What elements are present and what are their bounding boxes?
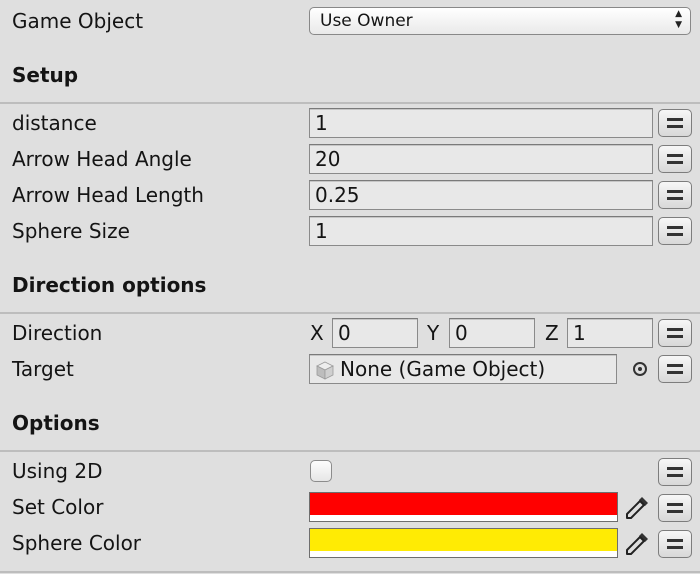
sphere-color-swatch[interactable]: [309, 528, 618, 558]
sphere-color-fill: [310, 529, 617, 551]
direction-label: Direction: [12, 321, 103, 345]
target-object-value: None (Game Object): [340, 357, 546, 381]
game-object-label: Game Object: [12, 9, 144, 33]
options-section-title: Options: [12, 411, 100, 435]
eyedropper-icon[interactable]: [622, 493, 652, 523]
setup-divider: [0, 102, 700, 104]
arrow-head-length-menu-button[interactable]: [658, 181, 692, 209]
setup-section-title: Setup: [12, 63, 79, 87]
distance-menu-button[interactable]: [658, 109, 692, 137]
arrow-head-length-field[interactable]: 0.25: [309, 180, 653, 210]
direction-x-field[interactable]: 0: [332, 318, 418, 348]
bottom-divider: [0, 571, 700, 573]
distance-label: distance: [12, 111, 97, 135]
direction-options-section-title: Direction options: [12, 273, 207, 297]
direction-x-label[interactable]: X: [310, 321, 324, 345]
set-color-fill: [310, 493, 617, 515]
direction-y-field[interactable]: 0: [449, 318, 535, 348]
sphere-size-label: Sphere Size: [12, 219, 130, 243]
sphere-color-menu-button[interactable]: [658, 530, 692, 558]
target-object-field[interactable]: None (Game Object): [309, 354, 617, 384]
using-2d-menu-button[interactable]: [658, 458, 692, 486]
options-divider: [0, 450, 700, 452]
target-label: Target: [12, 357, 74, 381]
direction-z-field[interactable]: 1: [567, 318, 653, 348]
arrow-head-angle-field[interactable]: 20: [309, 144, 653, 174]
direction-menu-button[interactable]: [658, 319, 692, 347]
target-menu-button[interactable]: [658, 355, 692, 383]
set-color-swatch[interactable]: [309, 492, 618, 522]
arrow-head-angle-label: Arrow Head Angle: [12, 147, 192, 171]
direction-options-divider: [0, 312, 700, 314]
sphere-size-menu-button[interactable]: [658, 217, 692, 245]
arrow-head-angle-menu-button[interactable]: [658, 145, 692, 173]
set-color-menu-button[interactable]: [658, 494, 692, 522]
using-2d-checkbox[interactable]: [310, 460, 332, 482]
set-color-alpha-bar: [310, 515, 617, 521]
game-object-dropdown-value: Use Owner: [320, 11, 413, 31]
sphere-color-label: Sphere Color: [12, 531, 142, 555]
sphere-color-alpha-bar: [310, 551, 617, 557]
game-object-dropdown[interactable]: Use Owner ▲ ▼: [309, 7, 691, 35]
cube-icon: [316, 361, 334, 380]
using-2d-label: Using 2D: [12, 459, 103, 483]
direction-z-label[interactable]: Z: [545, 321, 559, 345]
direction-y-label[interactable]: Y: [427, 321, 439, 345]
eyedropper-icon[interactable]: [622, 529, 652, 559]
object-picker-icon[interactable]: [633, 362, 647, 376]
arrow-head-length-label: Arrow Head Length: [12, 183, 204, 207]
sphere-size-field[interactable]: 1: [309, 216, 653, 246]
set-color-label: Set Color: [12, 495, 104, 519]
dropdown-arrows-icon: ▲ ▼: [675, 9, 682, 30]
distance-field[interactable]: 1: [309, 108, 653, 138]
